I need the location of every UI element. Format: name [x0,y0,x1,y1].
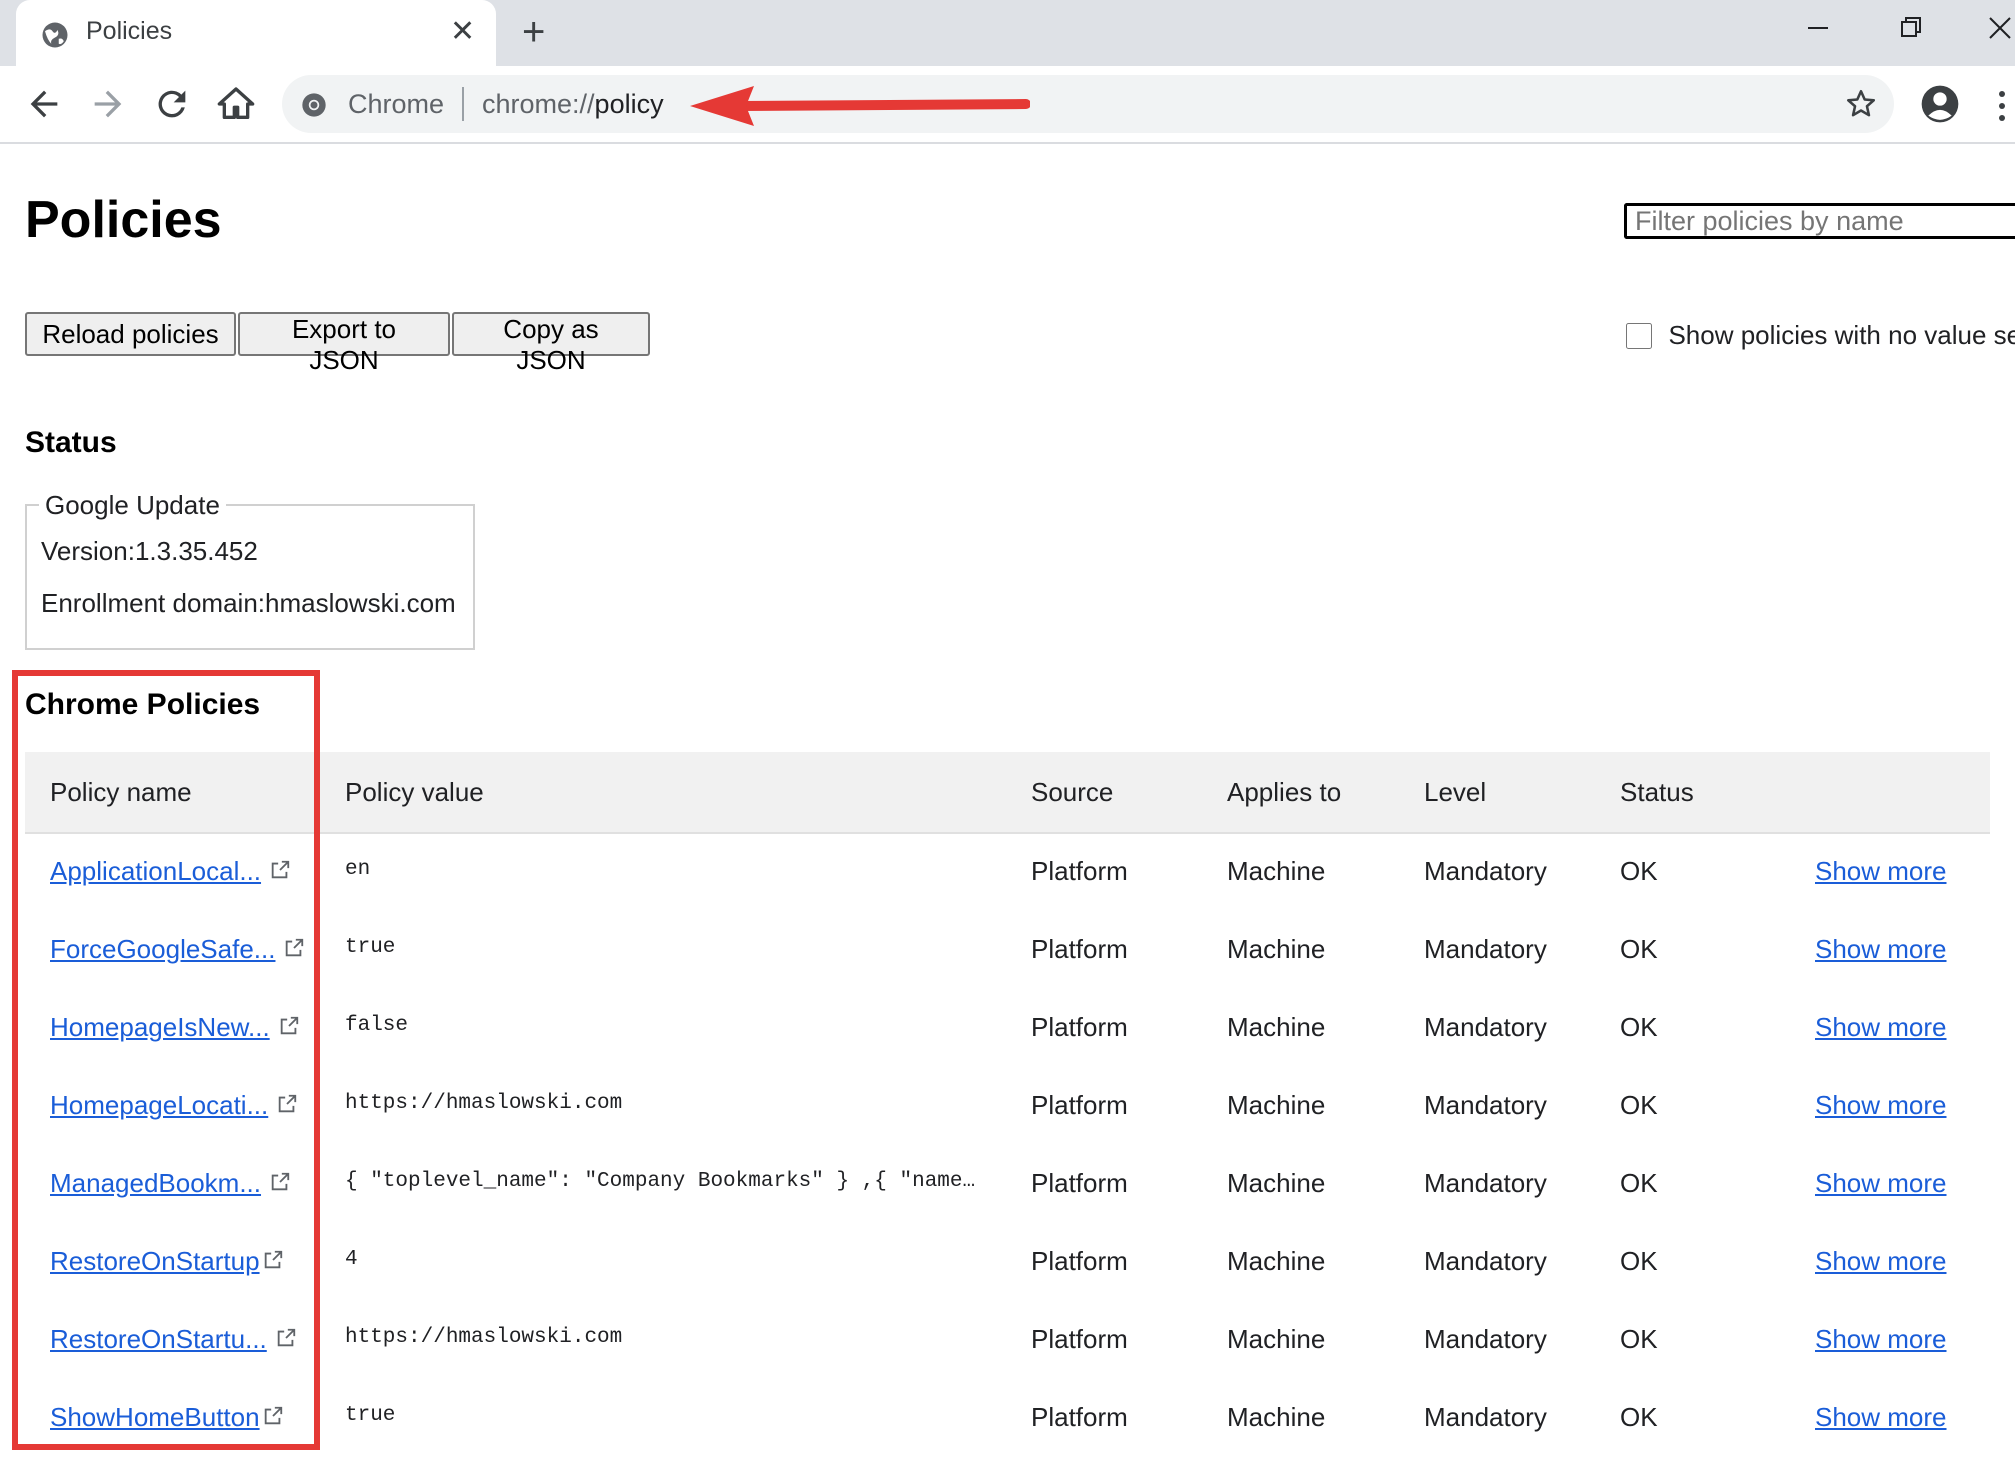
applies-to-cell: Machine [1227,1324,1326,1354]
status-cell: OK [1620,1090,1658,1120]
column-policy-value: Policy value [345,777,484,807]
column-status: Status [1620,777,1694,807]
plus-icon[interactable]: + [522,12,545,52]
show-more-link[interactable]: Show more [1815,1246,1947,1277]
status-box: Google Update Version:1.3.35.452 Enrollm… [25,490,475,650]
status-version: Version:1.3.35.452 [41,536,258,566]
red-arrow-annotation [690,86,1030,126]
tab-strip: Policies ✕ + [0,0,2015,66]
status-cell: OK [1620,1012,1658,1042]
policy-value-cell: { "toplevel_name": "Company Bookmarks" }… [345,1170,985,1193]
tab-title: Policies [86,17,173,45]
applies-to-cell: Machine [1227,1168,1326,1198]
export-json-button[interactable]: Export to JSON [238,312,450,375]
profile-icon[interactable] [1920,84,1960,124]
chrome-icon [302,93,326,117]
home-icon[interactable] [216,84,256,124]
policy-value-cell: true [345,1404,396,1427]
status-cell: OK [1620,1168,1658,1198]
kebab-menu-icon[interactable] [1992,86,2012,126]
policy-value-cell: true [345,936,396,959]
show-more-link[interactable]: Show more [1815,1012,1947,1043]
level-cell: Mandatory [1424,1324,1547,1354]
url-path: policy [594,89,664,119]
status-cell: OK [1620,1324,1658,1354]
applies-to-cell: Machine [1227,1246,1326,1276]
minimize-icon[interactable] [1788,8,1848,48]
red-highlight-annotation [12,670,320,1450]
column-applies-to: Applies to [1227,777,1342,807]
show-unset-toggle[interactable]: Show policies with no value se [1626,320,2015,353]
close-icon[interactable]: ✕ [450,14,475,49]
source-cell: Platform [1031,1168,1128,1198]
level-cell: Mandatory [1424,1168,1547,1198]
show-more-link[interactable]: Show more [1815,1324,1947,1355]
status-cell: OK [1620,934,1658,964]
status-box-title: Google Update [39,490,226,521]
source-cell: Platform [1031,1324,1128,1354]
applies-to-cell: Machine [1227,1402,1326,1432]
show-more-link[interactable]: Show more [1815,934,1947,965]
applies-to-cell: Machine [1227,1012,1326,1042]
filter-input[interactable] [1624,203,2015,239]
star-icon[interactable] [1844,87,1878,121]
omnibox-separator [462,87,464,121]
url-text[interactable]: chrome://policy [482,89,664,120]
applies-to-cell: Machine [1227,934,1326,964]
policy-value-cell: https://hmaslowski.com [345,1326,623,1349]
source-cell: Platform [1031,1246,1128,1276]
source-cell: Platform [1031,934,1128,964]
source-cell: Platform [1031,1090,1128,1120]
level-cell: Mandatory [1424,1402,1547,1432]
status-cell: OK [1620,1246,1658,1276]
show-more-link[interactable]: Show more [1815,856,1947,887]
policy-value-cell: en [345,858,371,881]
omnibox-chrome-label: Chrome [348,89,445,119]
back-arrow-icon[interactable] [24,84,64,124]
level-cell: Mandatory [1424,934,1547,964]
show-more-link[interactable]: Show more [1815,1168,1947,1199]
copy-json-button[interactable]: Copy as JSON [452,312,650,375]
url-scheme: chrome:// [482,89,595,119]
applies-to-cell: Machine [1227,856,1326,886]
column-source: Source [1031,777,1114,807]
source-cell: Platform [1031,1012,1128,1042]
level-cell: Mandatory [1424,1246,1547,1276]
status-heading: Status [25,426,117,459]
status-cell: OK [1620,856,1658,886]
policy-value-cell: false [345,1014,409,1037]
applies-to-cell: Machine [1227,1090,1326,1120]
source-cell: Platform [1031,856,1128,886]
policy-value-cell: https://hmaslowski.com [345,1092,623,1115]
show-unset-label: Show policies with no value se [1668,320,2015,350]
reload-policies-button[interactable]: Reload policies [25,312,236,356]
omnibox[interactable]: Chrome chrome://policy [282,75,1894,133]
status-enrollment: Enrollment domain:hmaslowski.com [41,588,456,618]
level-cell: Mandatory [1424,856,1547,886]
page-title: Policies [25,191,222,249]
level-cell: Mandatory [1424,1012,1547,1042]
globe-icon [42,22,68,48]
reload-icon[interactable] [152,84,192,124]
tab-policies[interactable]: Policies ✕ [16,0,496,66]
level-cell: Mandatory [1424,1090,1547,1120]
show-more-link[interactable]: Show more [1815,1090,1947,1121]
show-unset-checkbox[interactable] [1626,322,1652,349]
policy-value-cell: 4 [345,1248,358,1271]
status-cell: OK [1620,1402,1658,1432]
window-close-icon[interactable] [1968,8,2015,48]
source-cell: Platform [1031,1402,1128,1432]
forward-arrow-icon[interactable] [88,84,128,124]
column-level: Level [1424,777,1487,807]
show-more-link[interactable]: Show more [1815,1402,1947,1433]
restore-icon[interactable] [1880,8,1940,48]
